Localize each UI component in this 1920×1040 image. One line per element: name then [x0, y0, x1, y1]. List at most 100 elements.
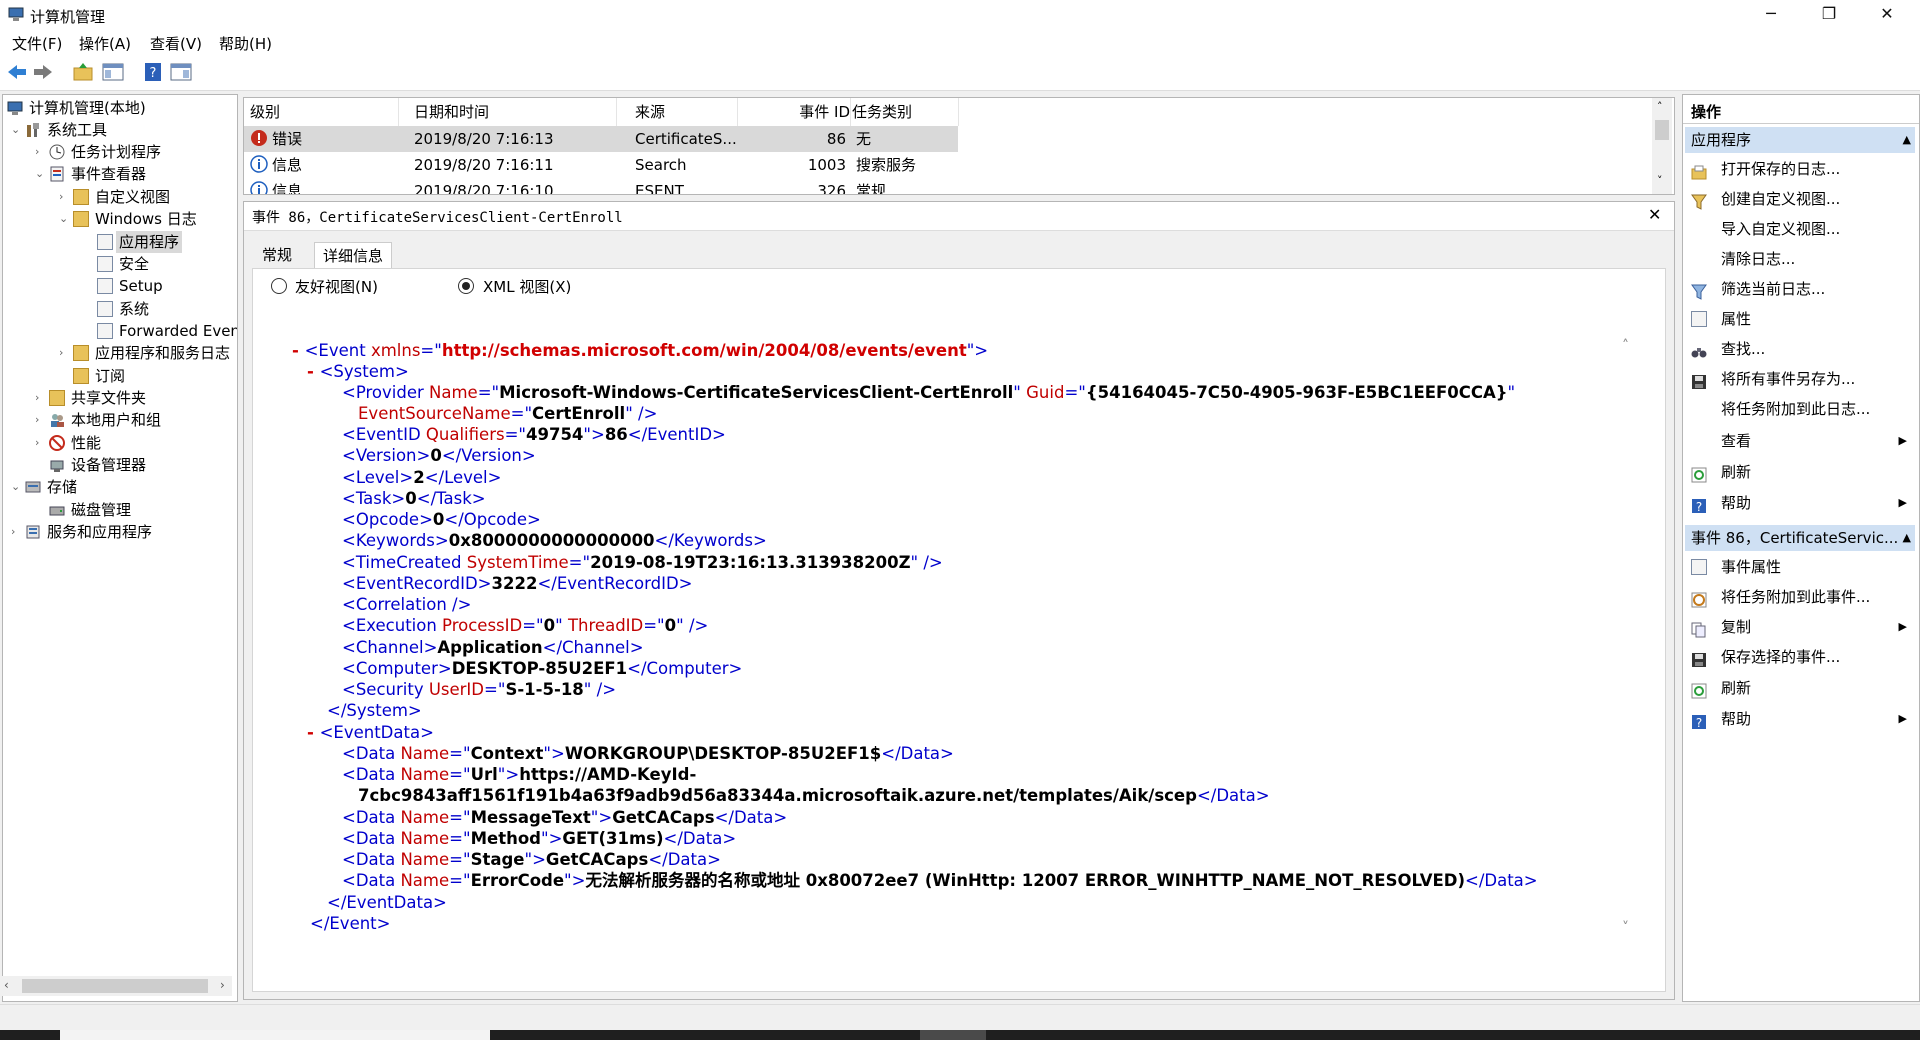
- status-bar: [0, 1004, 1920, 1029]
- action-refresh-event[interactable]: 刷新: [1683, 674, 1915, 702]
- section-application[interactable]: 应用程序 ▲: [1685, 127, 1915, 153]
- action-find[interactable]: 查找...: [1683, 335, 1915, 363]
- xml-keywords: <Keywords>0x8000000000000000</Keywords>: [342, 531, 767, 550]
- action-help[interactable]: ? 帮助 ▶: [1683, 489, 1915, 517]
- taskbar-active-app[interactable]: [920, 1030, 986, 1040]
- collapse-toggle[interactable]: -: [307, 723, 320, 742]
- xml-view-label[interactable]: XML 视图(X): [483, 276, 571, 297]
- show-hide-tree-icon[interactable]: [102, 62, 124, 82]
- action-save-all-events[interactable]: 将所有事件另存为...: [1683, 365, 1915, 393]
- minimize-button[interactable]: ─: [1748, 0, 1794, 30]
- menu-view[interactable]: 查看(V): [150, 33, 202, 54]
- device-manager-icon: [49, 457, 65, 473]
- action-import-custom-view[interactable]: 导入自定义视图...: [1683, 215, 1915, 243]
- expander-icon[interactable]: ›: [35, 409, 47, 431]
- menu-help[interactable]: 帮助(H): [219, 33, 272, 54]
- cell-level: 信息: [272, 182, 303, 195]
- expander-icon[interactable]: ›: [35, 387, 47, 409]
- cell-source: Search: [635, 156, 687, 174]
- column-header-event-id[interactable]: 事件 ID: [790, 98, 851, 126]
- performance-icon: [49, 435, 65, 451]
- refresh-icon: [1691, 680, 1707, 699]
- scroll-down-icon[interactable]: ˅: [1657, 174, 1663, 187]
- maximize-button[interactable]: ❐: [1806, 0, 1852, 30]
- cell-category: 无: [856, 130, 872, 148]
- action-copy[interactable]: 复制 ▶: [1683, 613, 1915, 641]
- action-attach-task-to-log[interactable]: 将任务附加到此日志...: [1683, 395, 1915, 423]
- info-icon: [250, 178, 268, 194]
- navigation-tree: 计算机管理(本地) ⌄ 系统工具 › 任务计划程序 ⌄ 事件查看器 › 自定义视…: [2, 94, 238, 1002]
- event-viewer-icon: [49, 166, 65, 182]
- scroll-up-icon[interactable]: ˄: [1657, 100, 1663, 113]
- submenu-arrow-icon: ▶: [1898, 434, 1907, 447]
- services-icon: [25, 524, 41, 540]
- collapse-toggle[interactable]: -: [307, 362, 320, 381]
- help-icon: ?: [1691, 495, 1707, 514]
- action-create-custom-view[interactable]: 创建自定义视图...: [1683, 185, 1915, 213]
- back-icon[interactable]: [6, 62, 28, 82]
- taskbar-search-box[interactable]: [60, 1030, 490, 1040]
- collapse-arrow-icon[interactable]: ▲: [1903, 127, 1911, 153]
- xml-provider-source: EventSourceName="CertEnroll" />: [358, 404, 658, 423]
- column-header-task-category[interactable]: 任务类别: [852, 98, 959, 126]
- expander-icon[interactable]: ⌄: [11, 119, 23, 141]
- action-event-properties[interactable]: 事件属性: [1683, 553, 1915, 581]
- column-header-source[interactable]: 来源: [635, 98, 738, 126]
- folder-icon: [73, 211, 89, 227]
- expander-icon[interactable]: ›: [59, 186, 71, 208]
- collapse-arrow-icon[interactable]: ▲: [1903, 525, 1911, 551]
- expander-icon[interactable]: ›: [11, 521, 23, 543]
- action-view[interactable]: 查看 ▶: [1683, 427, 1915, 455]
- expander-icon[interactable]: ›: [59, 342, 71, 364]
- column-header-level[interactable]: 级别: [250, 98, 399, 126]
- list-vertical-scrollbar[interactable]: ˄ ˅: [1652, 98, 1672, 194]
- action-open-saved-log[interactable]: 打开保存的日志...: [1683, 155, 1915, 183]
- scroll-right-icon[interactable]: ›: [220, 978, 225, 992]
- xml-scroll-down-icon[interactable]: ˅: [1622, 920, 1629, 936]
- friendly-view-radio[interactable]: [271, 278, 287, 294]
- close-detail-button[interactable]: ✕: [1648, 205, 1661, 224]
- computer-management-icon: [8, 7, 24, 22]
- scroll-left-icon[interactable]: ‹: [4, 978, 9, 992]
- close-window-button[interactable]: ✕: [1864, 0, 1910, 30]
- cell-event-id: 86: [826, 130, 846, 148]
- expander-icon[interactable]: ⌄: [35, 163, 47, 185]
- action-attach-task-to-event[interactable]: 将任务附加到此事件...: [1683, 583, 1915, 611]
- column-header-datetime[interactable]: 日期和时间: [414, 98, 617, 126]
- xml-scroll-up-icon[interactable]: ˄: [1622, 338, 1629, 354]
- tree-horizontal-scrollbar[interactable]: ‹ ›: [2, 976, 232, 996]
- xml-eventdata-open: - <EventData>: [307, 723, 434, 742]
- expander-icon[interactable]: ›: [35, 141, 47, 163]
- up-folder-icon[interactable]: [72, 62, 94, 82]
- action-refresh[interactable]: 刷新: [1683, 458, 1915, 486]
- xml-channel: <Channel>Application</Channel>: [342, 638, 644, 657]
- list-scroll-thumb[interactable]: [1655, 120, 1669, 140]
- action-help-event[interactable]: ? 帮助 ▶: [1683, 705, 1915, 733]
- expander-icon[interactable]: ›: [35, 432, 47, 454]
- menu-action[interactable]: 操作(A): [79, 33, 131, 54]
- collapse-toggle[interactable]: -: [292, 341, 305, 360]
- tab-details[interactable]: 详细信息: [314, 242, 393, 269]
- users-icon: [49, 412, 65, 428]
- tree-scroll-thumb[interactable]: [22, 979, 208, 993]
- action-save-selected-events[interactable]: 保存选择的事件...: [1683, 643, 1915, 671]
- section-event-86[interactable]: 事件 86，CertificateServic... ▲: [1685, 525, 1915, 551]
- show-hide-action-pane-icon[interactable]: [170, 62, 192, 82]
- menu-file[interactable]: 文件(F): [12, 33, 62, 54]
- xml-data-error: <Data Name="ErrorCode">无法解析服务器的名称或地址 0x8…: [342, 871, 1538, 890]
- help-icon[interactable]: ?: [142, 62, 164, 82]
- expander-icon[interactable]: ⌄: [11, 476, 23, 498]
- xml-view-radio[interactable]: [458, 278, 474, 294]
- table-row-selected[interactable]: [244, 126, 958, 152]
- tab-general[interactable]: 常规: [254, 242, 300, 268]
- forward-icon[interactable]: [32, 62, 54, 82]
- storage-icon: [25, 479, 41, 495]
- xml-security: <Security UserID="S-1-5-18" />: [342, 680, 617, 699]
- action-filter-current-log[interactable]: 筛选当前日志...: [1683, 275, 1915, 303]
- cell-event-id: 1003: [807, 156, 846, 174]
- expander-icon[interactable]: ⌄: [59, 208, 71, 230]
- action-properties[interactable]: 属性: [1683, 305, 1915, 333]
- friendly-view-label[interactable]: 友好视图(N): [295, 276, 378, 297]
- action-clear-log[interactable]: 清除日志...: [1683, 245, 1915, 273]
- svg-text:?: ?: [150, 66, 157, 81]
